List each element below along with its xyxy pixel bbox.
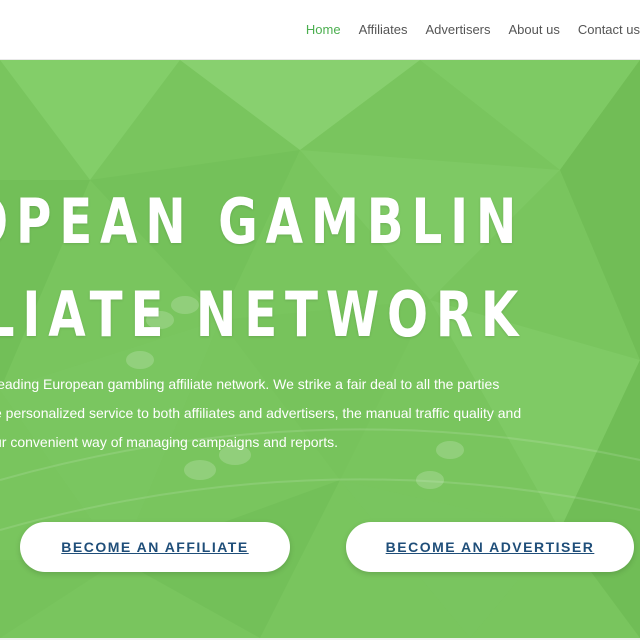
intro-line: e personalized service to both affiliate… [0,405,522,421]
nav-home-link[interactable]: Home [306,22,341,37]
nav-affiliates-link[interactable]: Affiliates [359,22,408,37]
nav-about-link[interactable]: About us [509,22,560,37]
nav-contact-link[interactable]: Contact us [578,22,640,37]
main-nav: Home Affiliates Advertisers About us Con… [288,0,640,58]
hero-headline-line-1: ROPEAN GAMBLIN [0,185,525,258]
intro-line: ur convenient way of managing campaigns … [0,434,338,450]
hero-headline-line-2: ILIATE NETWORK [0,278,527,351]
hero-section: ROPEAN GAMBLIN ILIATE NETWORK leading Eu… [0,60,640,638]
intro-line: leading European gambling affiliate netw… [0,376,500,392]
become-advertiser-button[interactable]: BECOME AN ADVERTISER [346,522,634,572]
become-affiliate-button[interactable]: BECOME AN AFFILIATE [20,522,290,572]
top-navigation-bar: Home Affiliates Advertisers About us Con… [0,0,640,60]
nav-advertisers-link[interactable]: Advertisers [425,22,490,37]
hero-intro-text: leading European gambling affiliate netw… [0,370,640,457]
